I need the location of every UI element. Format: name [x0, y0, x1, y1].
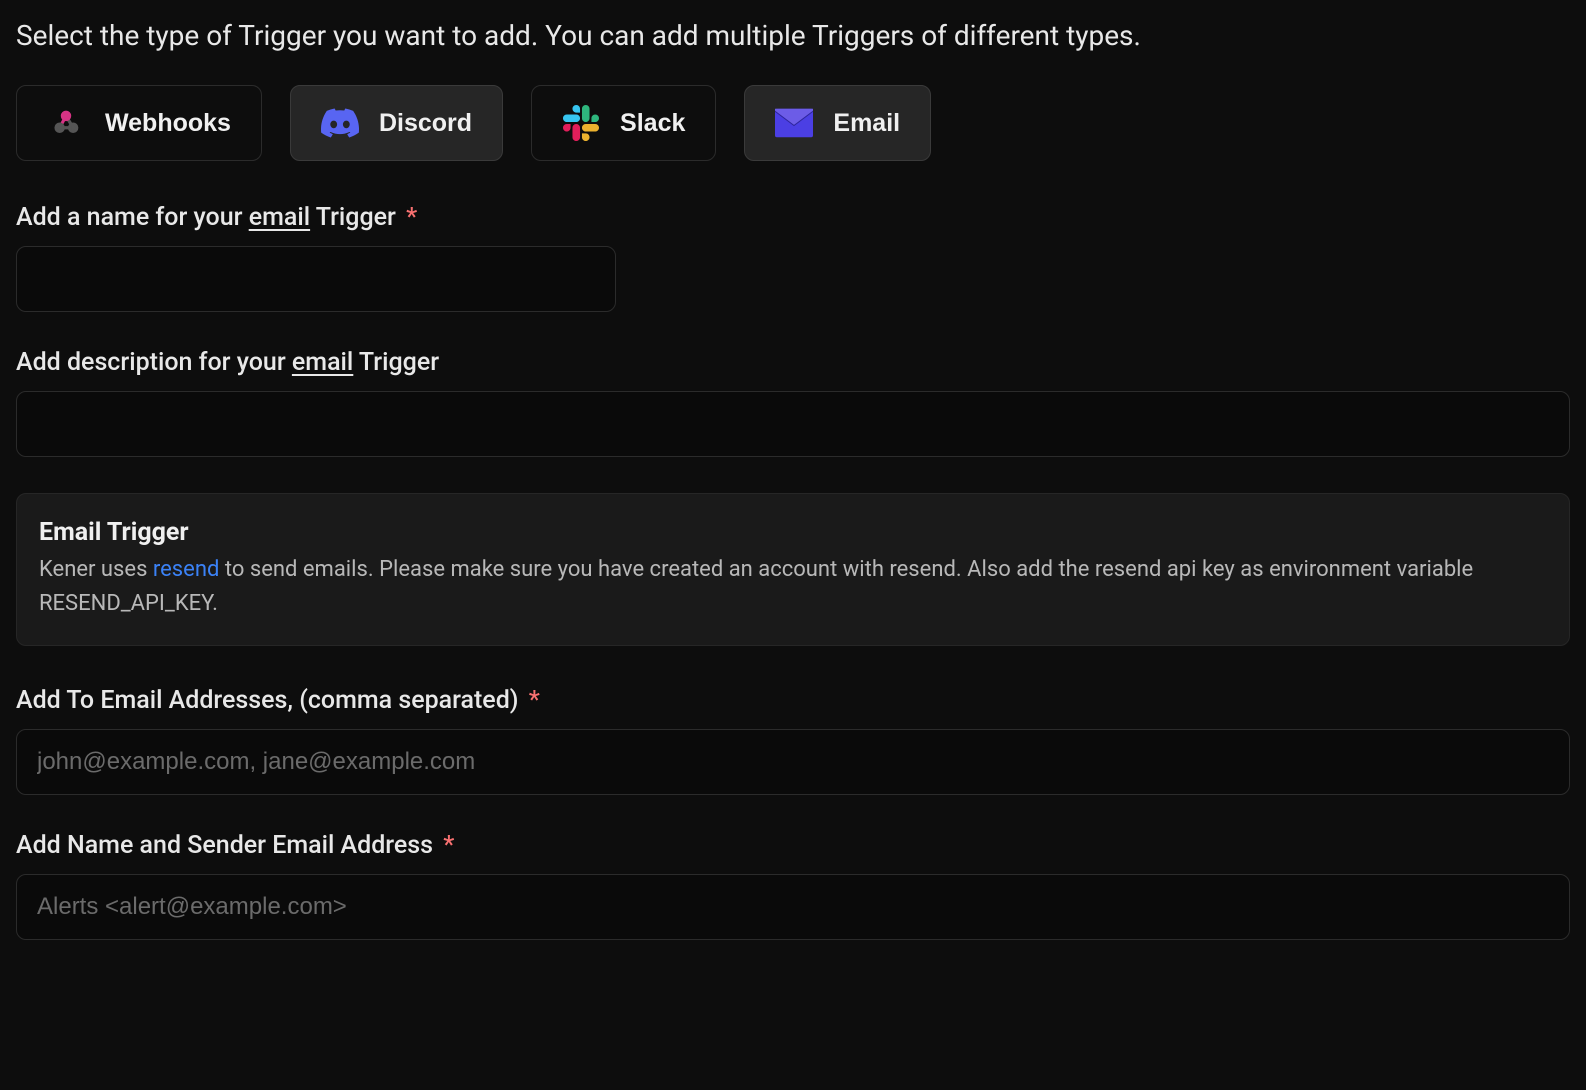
- info-box-description: Kener uses resend to send emails. Please…: [39, 553, 1547, 621]
- trigger-description-input[interactable]: [16, 391, 1570, 457]
- slack-icon: [562, 104, 600, 142]
- sender-email-input[interactable]: [16, 874, 1570, 940]
- trigger-type-label: Discord: [379, 109, 472, 138]
- name-label: Add a name for your email Trigger *: [16, 203, 1570, 232]
- email-icon: [775, 104, 813, 142]
- instructions-text: Select the type of Trigger you want to a…: [16, 16, 1570, 55]
- trigger-type-label: Email: [833, 109, 900, 138]
- sender-email-label: Add Name and Sender Email Address *: [16, 831, 1570, 860]
- webhook-icon: [47, 104, 85, 142]
- trigger-type-label: Slack: [620, 109, 685, 138]
- discord-icon: [321, 104, 359, 142]
- trigger-type-webhooks[interactable]: Webhooks: [16, 85, 262, 161]
- to-email-input[interactable]: [16, 729, 1570, 795]
- trigger-type-slack[interactable]: Slack: [531, 85, 716, 161]
- info-box-title: Email Trigger: [39, 518, 1547, 547]
- resend-link[interactable]: resend: [153, 557, 220, 582]
- trigger-type-discord[interactable]: Discord: [290, 85, 503, 161]
- email-trigger-info-box: Email Trigger Kener uses resend to send …: [16, 493, 1570, 646]
- description-label: Add description for your email Trigger: [16, 348, 1570, 377]
- trigger-type-label: Webhooks: [105, 109, 231, 138]
- trigger-name-input[interactable]: [16, 246, 616, 312]
- trigger-type-email[interactable]: Email: [744, 85, 931, 161]
- trigger-type-row: Webhooks Discord Slack: [16, 85, 1570, 161]
- to-email-label: Add To Email Addresses, (comma separated…: [16, 686, 1570, 715]
